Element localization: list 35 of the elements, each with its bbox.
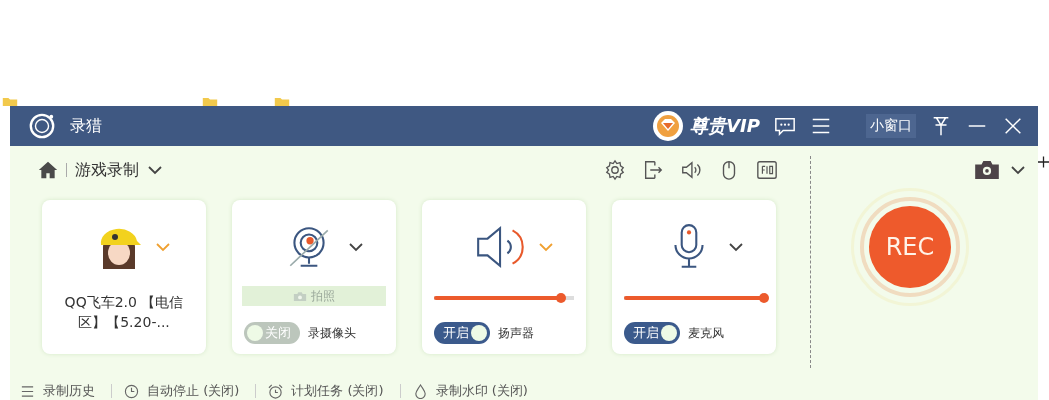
f10-key-icon[interactable] <box>756 159 778 181</box>
toggle-label: 录摄像头 <box>308 324 356 342</box>
toggle-label: 扬声器 <box>498 324 534 342</box>
toggle-label: 麦克风 <box>688 324 724 342</box>
bottom-bar-item[interactable]: 录制历史 <box>43 382 95 400</box>
close-icon[interactable] <box>1002 115 1024 137</box>
speaker-icon[interactable] <box>680 159 702 181</box>
home-icon[interactable] <box>38 160 58 180</box>
plus-icon <box>1038 156 1049 168</box>
toggle-switch[interactable]: 开启 <box>434 322 490 344</box>
game-name: QQ飞车2.0 【电信区】【5.20-... <box>63 293 185 332</box>
rec-logo-icon <box>28 112 56 140</box>
settings-icon[interactable] <box>604 159 626 181</box>
chevron-icon[interactable] <box>1010 165 1026 175</box>
camera-icon <box>293 290 307 302</box>
bottom-bar-item[interactable]: 计划任务 (关闭) <box>291 382 384 400</box>
chevron-icon[interactable] <box>147 165 163 175</box>
message-icon[interactable] <box>774 115 796 137</box>
mode-label[interactable]: 游戏录制 <box>75 159 139 181</box>
slider-thumb[interactable] <box>556 293 567 303</box>
bottom-bar-item[interactable]: 自动停止 (关闭) <box>147 382 240 400</box>
slider-thumb[interactable] <box>759 293 769 303</box>
vip-link[interactable]: 尊贵VIP <box>690 114 760 138</box>
camera-icon[interactable] <box>974 160 1000 180</box>
chevron-icon[interactable] <box>348 242 364 252</box>
bottom-bar-item[interactable]: 录制水印 (关闭) <box>435 382 528 400</box>
chevron-icon[interactable] <box>728 242 744 252</box>
list-icon[interactable] <box>20 383 35 399</box>
clock-icon[interactable] <box>124 383 139 399</box>
alarm-clock-icon[interactable] <box>268 383 284 399</box>
toggle-switch[interactable]: 开启 <box>624 322 680 344</box>
mini-window-button[interactable]: 小窗口 <box>866 114 916 138</box>
droplet-icon[interactable] <box>412 383 428 399</box>
window-title: 录猎 <box>70 115 102 137</box>
exit-icon[interactable] <box>642 159 664 181</box>
